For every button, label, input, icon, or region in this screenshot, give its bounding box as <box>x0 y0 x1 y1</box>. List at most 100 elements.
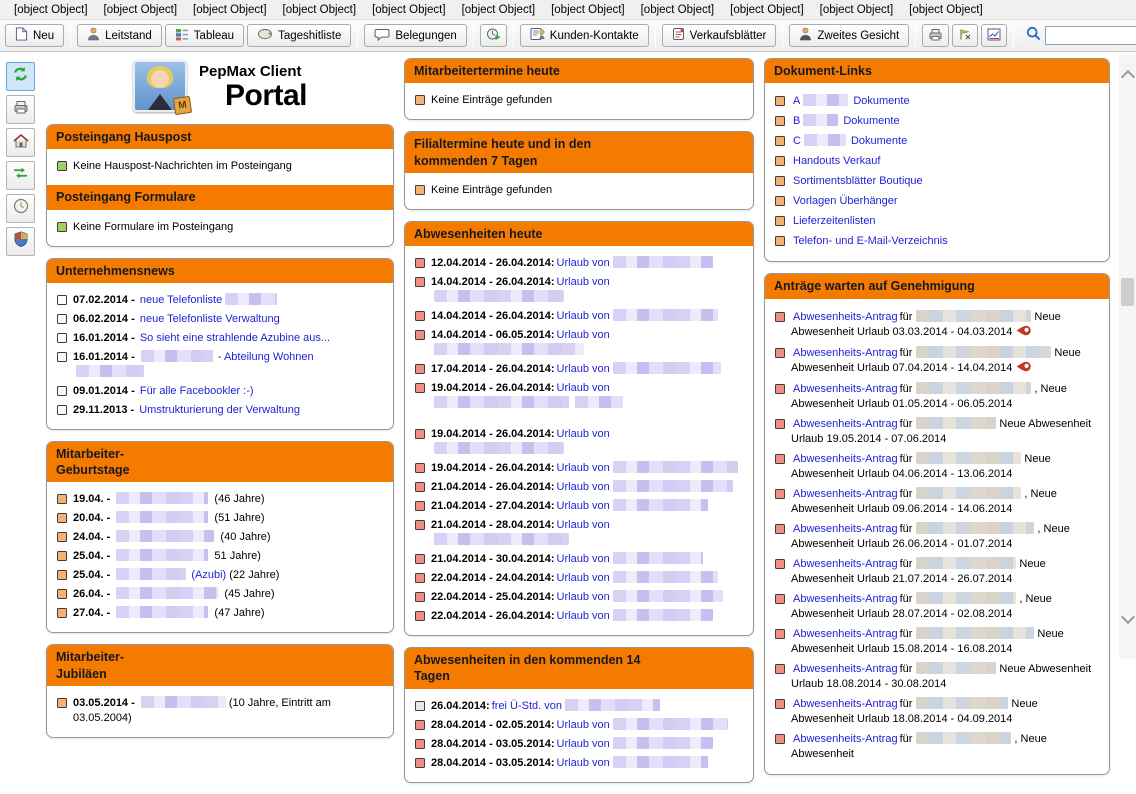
new-button[interactable]: Neu <box>5 24 64 47</box>
approval-link[interactable]: Abwesenheits-Antrag <box>793 311 898 323</box>
approval-item[interactable]: Abwesenheits-AntragfürNeue Abwesenheit U… <box>774 452 1100 482</box>
menu-item[interactable]: [object Object] <box>812 2 902 18</box>
absence-link[interactable]: Urlaub von <box>557 572 610 584</box>
doc-link[interactable]: Sortimentsblätter Boutique <box>793 175 923 187</box>
doc-link-item[interactable]: C Dokumente <box>774 134 1100 149</box>
azubi-link[interactable]: (Azubi) <box>191 569 226 581</box>
approval-item[interactable]: Abwesenheits-AntragfürNeue Abwesenheit U… <box>774 557 1100 587</box>
absence-item[interactable]: 28.04.2014 - 03.05.2014:Urlaub von <box>414 756 744 771</box>
doc-link-item[interactable]: B Dokumente <box>774 114 1100 129</box>
absence-link[interactable]: Urlaub von <box>557 481 610 493</box>
menu-item[interactable]: [object Object] <box>96 2 186 18</box>
doc-link[interactable]: A <box>793 95 800 107</box>
search-input[interactable] <box>1045 26 1136 45</box>
list-item[interactable]: Keine Einträge gefunden <box>414 93 744 108</box>
news-item[interactable]: 16.01.2014 - - Abteilung Wohnen <box>56 350 384 380</box>
absence-item[interactable]: 22.04.2014 - 24.04.2014:Urlaub von <box>414 571 744 586</box>
approval-item[interactable]: Abwesenheits-Antragfür, Neue Abwesenheit… <box>774 382 1100 412</box>
approval-link[interactable]: Abwesenheits-Antrag <box>793 628 898 640</box>
approval-link[interactable]: Abwesenheits-Antrag <box>793 347 898 359</box>
absence-item[interactable]: 14.04.2014 - 26.04.2014:Urlaub von <box>414 309 744 324</box>
leitstand-button[interactable]: Leitstand <box>77 24 162 47</box>
approval-item[interactable]: Abwesenheits-Antragfür, Neue Abwesenheit… <box>774 487 1100 517</box>
absence-item[interactable]: 28.04.2014 - 02.05.2014:Urlaub von <box>414 718 744 733</box>
doc-link[interactable]: Lieferzeitenlisten <box>793 215 876 227</box>
birthday-item[interactable]: 24.04. - (40 Jahre) <box>56 530 384 545</box>
approval-item[interactable]: Abwesenheits-Antragfür, Neue Abwesenheit <box>774 732 1100 762</box>
absence-link[interactable]: Urlaub von <box>557 382 610 394</box>
approval-item[interactable]: Abwesenheits-AntragfürNeue Abwesenheit U… <box>774 697 1100 727</box>
absence-link[interactable]: Urlaub von <box>557 310 610 322</box>
approval-item[interactable]: Abwesenheits-Antragfür, Neue Abwesenheit… <box>774 522 1100 552</box>
tageshitliste-button[interactable]: Tageshitliste <box>247 24 351 47</box>
absence-link[interactable]: Urlaub von <box>557 428 610 440</box>
approval-link[interactable]: Abwesenheits-Antrag <box>793 523 898 535</box>
doc-link-item[interactable]: Lieferzeitenlisten <box>774 214 1100 229</box>
absence-link[interactable]: Urlaub von <box>557 363 610 375</box>
menu-item[interactable]: [object Object] <box>633 2 723 18</box>
clock-button[interactable] <box>6 194 35 223</box>
approval-link[interactable]: Abwesenheits-Antrag <box>793 733 898 745</box>
approval-link[interactable]: Abwesenheits-Antrag <box>793 453 898 465</box>
doc-link-item[interactable]: A Dokumente <box>774 94 1100 109</box>
news-item[interactable]: 16.01.2014 - So sieht eine strahlende Az… <box>56 331 384 346</box>
approval-link[interactable]: Abwesenheits-Antrag <box>793 593 898 605</box>
news-link[interactable]: - Abteilung Wohnen <box>218 351 314 363</box>
home-button[interactable] <box>6 128 35 157</box>
verkaufsblaetter-button[interactable]: Verkaufsblätter <box>662 24 777 47</box>
approval-link[interactable]: Abwesenheits-Antrag <box>793 383 898 395</box>
approval-link[interactable]: Abwesenheits-Antrag <box>793 558 898 570</box>
menu-item[interactable]: [object Object] <box>6 2 96 18</box>
doc-link[interactable]: Dokumente <box>851 135 907 147</box>
doc-link[interactable]: Dokumente <box>843 115 899 127</box>
absence-item[interactable]: 12.04.2014 - 26.04.2014:Urlaub von <box>414 256 744 271</box>
news-item[interactable]: 09.01.2014 - Für alle Facebookler :-) <box>56 384 384 399</box>
approval-item[interactable]: Abwesenheits-AntragfürNeue Abwesenheit U… <box>774 346 1100 377</box>
menu-item[interactable]: [object Object] <box>275 2 365 18</box>
menu-item[interactable]: [object Object] <box>185 2 275 18</box>
absence-link[interactable]: Urlaub von <box>557 276 610 288</box>
absence-item[interactable]: 26.04.2014:frei Ü-Std. von <box>414 699 744 714</box>
doc-link-item[interactable]: Handouts Verkauf <box>774 154 1100 169</box>
approval-link[interactable]: Abwesenheits-Antrag <box>793 698 898 710</box>
absence-item[interactable]: 19.04.2014 - 26.04.2014:Urlaub von <box>414 381 744 411</box>
news-item[interactable]: 29.11.2013 - Umstrukturierung der Verwal… <box>56 403 384 418</box>
approval-link[interactable]: Abwesenheits-Antrag <box>793 488 898 500</box>
news-link[interactable]: Für alle Facebookler :-) <box>140 385 254 397</box>
approval-item[interactable]: Abwesenheits-Antragfür, Neue Abwesenheit… <box>774 592 1100 622</box>
jubilee-item[interactable]: 03.05.2014 - (10 Jahre, Eintritt am 03.0… <box>56 696 384 726</box>
menu-item[interactable]: [object Object] <box>901 2 991 18</box>
refresh-button[interactable] <box>6 62 35 91</box>
scroll-up-icon[interactable] <box>1121 70 1135 84</box>
absence-item[interactable]: 21.04.2014 - 26.04.2014:Urlaub von <box>414 480 744 495</box>
menu-item[interactable]: [object Object] <box>722 2 812 18</box>
absence-link[interactable]: Urlaub von <box>557 553 610 565</box>
vertical-scrollbar[interactable] <box>1119 54 1136 659</box>
doc-link[interactable]: Dokumente <box>853 95 909 107</box>
absence-link[interactable]: Urlaub von <box>557 719 610 731</box>
approval-item[interactable]: Abwesenheits-AntragfürNeue Abwesenheit U… <box>774 627 1100 657</box>
absence-link[interactable]: Urlaub von <box>557 610 610 622</box>
menu-item[interactable]: [object Object] <box>364 2 454 18</box>
absence-item[interactable]: 22.04.2014 - 26.04.2014:Urlaub von <box>414 609 744 624</box>
doc-link[interactable]: C <box>793 135 801 147</box>
approval-item[interactable]: Abwesenheits-AntragfürNeue Abwesenheit U… <box>774 662 1100 692</box>
absence-link[interactable]: Urlaub von <box>557 519 610 531</box>
print-tool-button[interactable] <box>922 24 949 47</box>
approval-item[interactable]: Abwesenheits-AntragfürNeue Abwesenheit U… <box>774 417 1100 447</box>
kunden-kontakte-button[interactable]: Kunden-Kontakte <box>520 24 649 47</box>
approval-item[interactable]: Abwesenheits-AntragfürNeue Abwesenheit U… <box>774 310 1100 341</box>
chart-tool-button[interactable] <box>981 24 1007 47</box>
menu-item[interactable]: [object Object] <box>543 2 633 18</box>
list-item[interactable]: Keine Hauspost-Nachrichten im Posteingan… <box>56 159 384 174</box>
birthday-item[interactable]: 25.04. - (Azubi) (22 Jahre) <box>56 568 384 583</box>
flag-tool-button[interactable] <box>952 24 978 47</box>
absence-item[interactable]: 19.04.2014 - 26.04.2014:Urlaub von <box>414 427 744 457</box>
birthday-item[interactable]: 25.04. - 51 Jahre) <box>56 549 384 564</box>
absence-item[interactable]: 14.04.2014 - 06.05.2014:Urlaub von <box>414 328 744 358</box>
doc-link[interactable]: Telefon- und E-Mail-Verzeichnis <box>793 235 948 247</box>
birthday-item[interactable]: 27.04. - (47 Jahre) <box>56 606 384 621</box>
doc-link[interactable]: B <box>793 115 800 127</box>
news-link[interactable]: neue Telefonliste <box>140 294 222 306</box>
absence-link[interactable]: Urlaub von <box>557 738 610 750</box>
